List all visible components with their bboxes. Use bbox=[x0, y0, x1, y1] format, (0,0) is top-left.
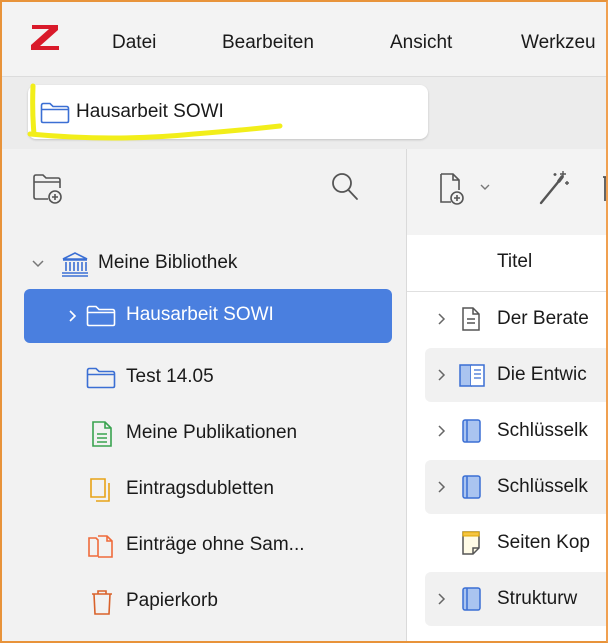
folder-icon bbox=[86, 367, 116, 389]
sidebar-item-label: Einträge ohne Sam... bbox=[126, 534, 305, 555]
duplicates-icon bbox=[90, 478, 110, 502]
item-title: Die Entwic bbox=[497, 364, 587, 385]
chevron-right-icon[interactable] bbox=[64, 307, 80, 325]
library-icon bbox=[62, 252, 88, 277]
book-icon bbox=[462, 587, 481, 611]
item-row[interactable]: Strukturw bbox=[425, 572, 606, 626]
item-row[interactable]: Der Berate bbox=[425, 292, 606, 346]
sidebar-item-meine-bibliothek[interactable]: Meine Bibliothek bbox=[24, 237, 392, 291]
menu-ansicht[interactable]: Ansicht bbox=[390, 32, 452, 54]
menu-datei[interactable]: Datei bbox=[112, 32, 156, 54]
chevron-down-icon[interactable] bbox=[30, 255, 46, 273]
chevron-right-icon[interactable] bbox=[435, 366, 449, 384]
sidebar-item-label: Hausarbeit SOWI bbox=[126, 304, 274, 325]
sidebar-item-hausarbeit-sowi[interactable]: Hausarbeit SOWI bbox=[24, 289, 392, 343]
items-list: Der Berate Die Entwic Schlüsselk Schlüss… bbox=[407, 292, 606, 641]
tab-bar: Hausarbeit SOWI bbox=[2, 76, 606, 149]
sidebar-item-label: Meine Publikationen bbox=[126, 422, 298, 443]
document-icon bbox=[462, 307, 480, 331]
sidebar-item-label: Papierkorb bbox=[126, 590, 218, 611]
sidebar-item-test-14-05[interactable]: Test 14.05 bbox=[24, 351, 392, 405]
menu-werkzeuge[interactable]: Werkzeu bbox=[521, 32, 596, 54]
sidebar-item-label: Eintragsdubletten bbox=[126, 478, 274, 499]
sidebar-item-eintraege-ohne-sammlung[interactable]: Einträge ohne Sam... bbox=[24, 519, 392, 573]
new-item-icon[interactable] bbox=[437, 171, 495, 207]
sidebar-item-label: Test 14.05 bbox=[126, 366, 214, 387]
publications-icon bbox=[92, 421, 112, 447]
folder-icon bbox=[86, 305, 116, 327]
sidebar-item-papierkorb[interactable]: Papierkorb bbox=[24, 575, 392, 629]
items-pane: Titel Der Berate Die Entwic Schlüsselk S… bbox=[407, 149, 606, 641]
item-title: Seiten Kop bbox=[497, 532, 590, 553]
unfiled-icon bbox=[88, 535, 113, 558]
sidebar-item-eintragsdubletten[interactable]: Eintragsdubletten bbox=[24, 463, 392, 517]
item-title: Der Berate bbox=[497, 308, 589, 329]
folder-icon bbox=[40, 102, 70, 124]
new-collection-icon[interactable] bbox=[30, 171, 66, 205]
item-row[interactable]: Schlüsselk bbox=[425, 460, 606, 514]
chevron-right-icon[interactable] bbox=[435, 310, 449, 328]
sidebar-item-label: Meine Bibliothek bbox=[98, 252, 238, 273]
book-icon bbox=[462, 419, 481, 443]
collections-pane: Meine Bibliothek Hausarbeit SOWI Test 14… bbox=[2, 149, 407, 641]
chevron-right-icon[interactable] bbox=[435, 422, 449, 440]
sidebar-item-meine-publikationen[interactable]: Meine Publikationen bbox=[24, 407, 392, 461]
collection-toolbar-icon[interactable] bbox=[599, 171, 606, 205]
menu-bearbeiten[interactable]: Bearbeiten bbox=[222, 32, 314, 54]
item-title: Strukturw bbox=[497, 588, 578, 609]
book-icon bbox=[462, 475, 481, 499]
book-section-icon bbox=[459, 364, 485, 387]
trash-icon bbox=[92, 590, 112, 615]
chevron-right-icon[interactable] bbox=[435, 478, 449, 496]
tab-hausarbeit-sowi[interactable]: Hausarbeit SOWI bbox=[28, 85, 428, 139]
item-row[interactable]: Schlüsselk bbox=[425, 404, 606, 458]
tab-label: Hausarbeit SOWI bbox=[76, 101, 224, 122]
column-title[interactable]: Titel bbox=[497, 251, 532, 273]
magic-wand-icon[interactable] bbox=[535, 169, 571, 207]
search-icon[interactable] bbox=[330, 171, 360, 203]
item-row[interactable]: Seiten Kop bbox=[425, 516, 606, 570]
item-title: Schlüsselk bbox=[497, 476, 588, 497]
item-row[interactable]: Die Entwic bbox=[425, 348, 606, 402]
menu-bar: Datei Bearbeiten Ansicht Werkzeu bbox=[2, 2, 606, 76]
items-column-header: Titel bbox=[407, 235, 606, 292]
zotero-logo-icon bbox=[31, 25, 59, 50]
note-icon bbox=[462, 531, 480, 555]
item-title: Schlüsselk bbox=[497, 420, 588, 441]
app-window: Datei Bearbeiten Ansicht Werkzeu Hausarb… bbox=[0, 0, 608, 643]
chevron-right-icon[interactable] bbox=[435, 590, 449, 608]
